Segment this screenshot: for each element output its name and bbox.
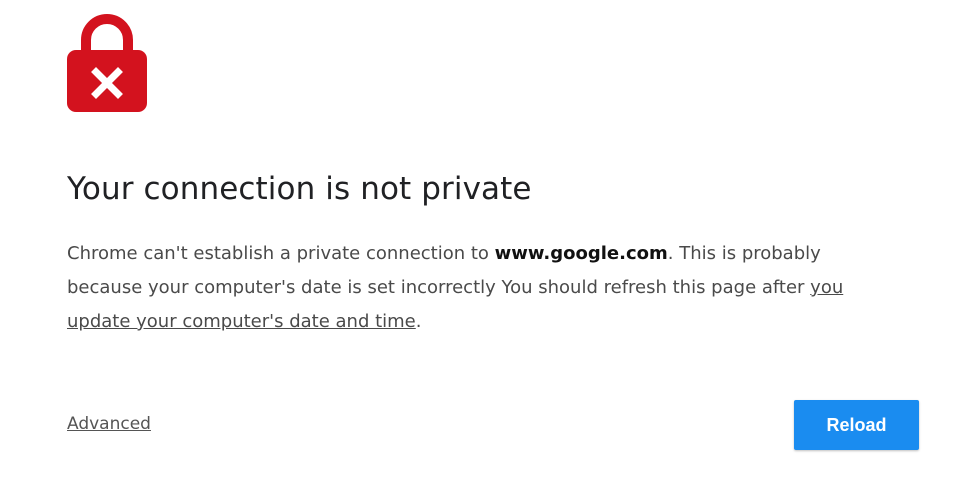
advanced-link[interactable]: Advanced [67, 414, 151, 434]
page-title: Your connection is not private [67, 171, 532, 207]
reload-button[interactable]: Reload [794, 400, 919, 450]
message-text-3: . [415, 311, 422, 332]
message-text-1: Chrome can't establish a private connect… [67, 243, 495, 264]
interstitial-page: Your connection is not private Chrome ca… [0, 0, 974, 500]
error-message: Chrome can't establish a private connect… [67, 237, 867, 339]
lock-error-icon [67, 14, 147, 112]
site-hostname: www.google.com [494, 243, 668, 264]
